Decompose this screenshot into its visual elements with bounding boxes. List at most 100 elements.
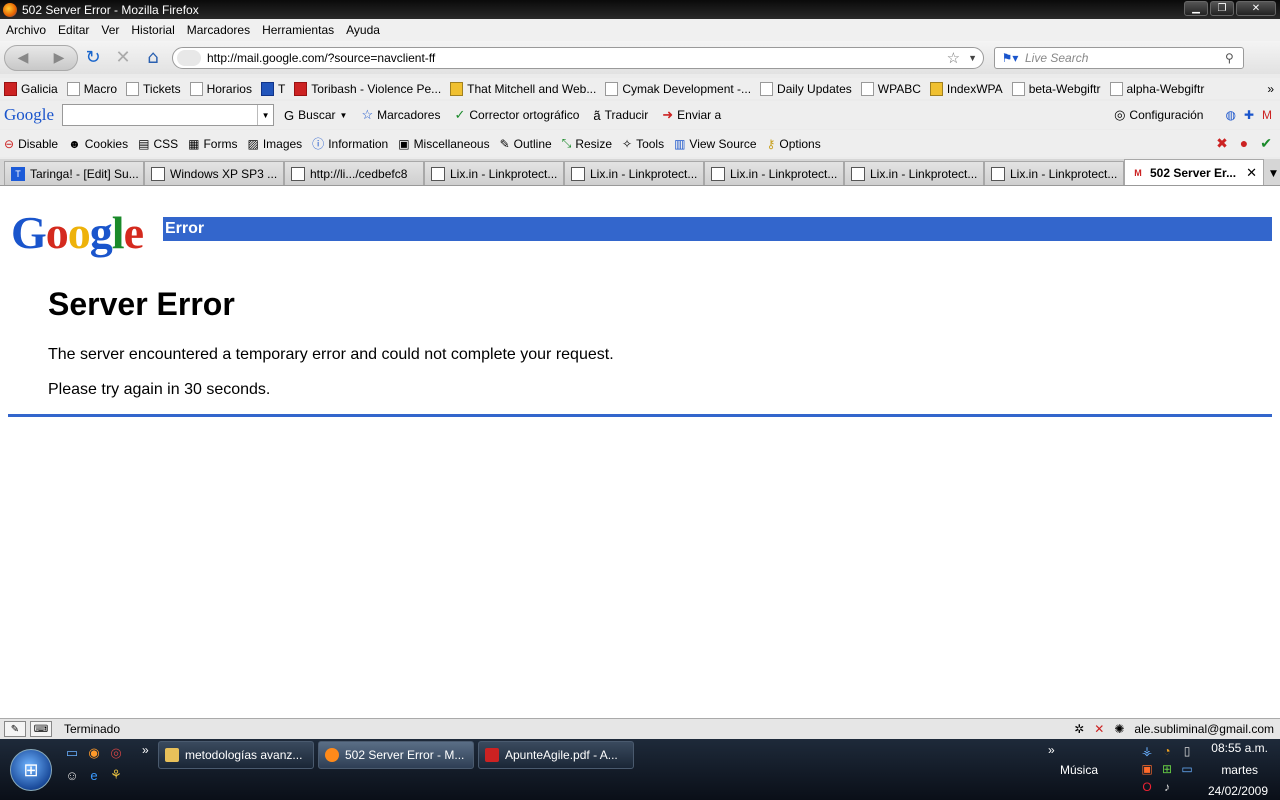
disable-menu[interactable]: ⊖ Disable	[4, 137, 58, 151]
traducir-button[interactable]: ã Traducir	[593, 108, 648, 123]
tools-menu[interactable]: ✧ Tools	[622, 137, 664, 151]
search-bar[interactable]: ⚑▾ Live Search ⚲	[994, 46, 1244, 69]
close-window-button[interactable]: ✕	[1236, 1, 1276, 16]
volume-icon[interactable]: ♪	[1158, 779, 1176, 795]
buscar-button[interactable]: G Buscar ▼	[284, 108, 347, 123]
bookmark-item[interactable]: beta-Webgiftr	[1011, 81, 1101, 96]
tab-lix[interactable]: Lix.in - Linkprotect...	[564, 161, 704, 185]
resize-menu[interactable]: ⤡ Resize	[562, 136, 612, 151]
bookmark-star-icon[interactable]: ☆	[947, 49, 960, 67]
error-x-icon[interactable]: ✕	[1094, 722, 1104, 736]
tab-lix[interactable]: Lix.in - Linkprotect...	[424, 161, 564, 185]
menu-ayuda[interactable]: Ayuda	[346, 23, 380, 37]
bookmark-item[interactable]: T	[260, 81, 285, 96]
media-icon[interactable]: ◎	[108, 745, 124, 761]
ie-icon[interactable]: e	[86, 767, 102, 783]
clock-time[interactable]: 08:55 a.m.	[1211, 741, 1268, 755]
enviar-button[interactable]: ➜ Enviar a	[662, 107, 721, 123]
bookmark-item[interactable]: Toribash - Violence Pe...	[294, 81, 441, 96]
menu-ver[interactable]: Ver	[101, 23, 119, 37]
google-toolbar-logo[interactable]: Google	[4, 105, 54, 125]
bookmark-item[interactable]: That Mitchell and Web...	[450, 81, 596, 96]
close-tab-icon[interactable]: ✕	[1246, 165, 1257, 181]
bookmark-item[interactable]: alpha-Webgiftr	[1109, 81, 1204, 96]
tab-windows-xp[interactable]: Windows XP SP3 ...	[144, 161, 284, 185]
bookmark-item[interactable]: Macro	[66, 81, 117, 96]
url-text[interactable]: http://mail.google.com/?source=navclient…	[207, 51, 947, 65]
taskbar-button-folder[interactable]: metodologías avanz...	[158, 741, 314, 769]
address-bar[interactable]: http://mail.google.com/?source=navclient…	[172, 46, 984, 69]
home-icon[interactable]: ⌂	[138, 45, 168, 71]
tab-lix[interactable]: Lix.in - Linkprotect...	[704, 161, 844, 185]
information-menu[interactable]: ⓘ Information	[312, 135, 388, 152]
add-icon[interactable]: ✚	[1244, 108, 1254, 122]
options-menu[interactable]: ⚷ Options	[767, 137, 821, 151]
forward-arrow-icon[interactable]: ▶	[54, 50, 65, 66]
desktop-icon[interactable]: ▭	[64, 745, 80, 761]
users-icon[interactable]: ☺	[64, 767, 80, 783]
clock-day[interactable]: martes	[1221, 763, 1258, 777]
stop-icon[interactable]: ✕	[108, 45, 138, 71]
warning-icon[interactable]: ●	[1240, 135, 1248, 152]
bookmark-item[interactable]: Daily Updates	[760, 81, 852, 96]
keyboard-icon[interactable]: ⌨	[30, 721, 52, 737]
miscellaneous-menu[interactable]: ▣ Miscellaneous	[398, 137, 489, 151]
menu-herramientas[interactable]: Herramientas	[262, 23, 334, 37]
reload-icon[interactable]: ↻	[78, 45, 108, 71]
maximize-button[interactable]: ❐	[1210, 1, 1234, 16]
gmail-account[interactable]: ale.subliminal@gmail.com	[1134, 722, 1274, 736]
menu-historial[interactable]: Historial	[131, 23, 174, 37]
search-input[interactable]: Live Search	[1025, 51, 1225, 65]
google-search-input[interactable]: ▼	[62, 104, 275, 126]
tab-lix[interactable]: Lix.in - Linkprotect...	[984, 161, 1124, 185]
bookmark-item[interactable]: IndexWPA	[929, 81, 1003, 96]
bookmarks-overflow-icon[interactable]: »	[1267, 82, 1274, 96]
bookmark-item[interactable]: Cymak Development -...	[605, 81, 751, 96]
configuracion-button[interactable]: ◎ Configuración	[1114, 107, 1203, 123]
windows-flag-icon[interactable]: ⊞	[1158, 761, 1176, 777]
forms-menu[interactable]: ▦ Forms	[188, 137, 237, 151]
app-icon[interactable]: ⚘	[108, 767, 124, 783]
opera-icon[interactable]: O	[1138, 779, 1156, 795]
corrector-button[interactable]: ✓ Corrector ortográfico	[454, 107, 579, 123]
url-dropdown-icon[interactable]: ▼	[968, 53, 977, 63]
search-engine-icon[interactable]: ⚑▾	[995, 51, 1025, 65]
music-toolbar[interactable]: Música	[1060, 763, 1098, 777]
tab-lix[interactable]: Lix.in - Linkprotect...	[844, 161, 984, 185]
window-titlebar[interactable]: 502 Server Error - Mozilla Firefox ▁ ❐ ✕	[0, 0, 1280, 19]
globe-icon[interactable]: ◍	[1225, 108, 1235, 122]
bookmark-item[interactable]: WPABC	[860, 81, 921, 96]
images-menu[interactable]: ▨ Images	[247, 137, 302, 151]
marcadores-button[interactable]: ☆ Marcadores	[361, 107, 440, 123]
clock-icon[interactable]: ◔	[1158, 743, 1176, 759]
app-tray-icon[interactable]: ▣	[1138, 761, 1156, 777]
site-identity-icon[interactable]	[177, 49, 201, 66]
cookies-menu[interactable]: ☻ Cookies	[68, 137, 128, 151]
menu-archivo[interactable]: Archivo	[6, 23, 46, 37]
menu-marcadores[interactable]: Marcadores	[187, 23, 250, 37]
search-icon[interactable]: ⚲	[1225, 51, 1243, 65]
bookmark-item[interactable]: Galicia	[4, 81, 58, 96]
bookmark-item[interactable]: Tickets	[126, 81, 181, 96]
tab-server-error[interactable]: M 502 Server Er... ✕	[1124, 159, 1264, 185]
gmail-icon[interactable]: M	[1262, 108, 1272, 122]
battery-icon[interactable]: ▯	[1178, 743, 1196, 759]
back-arrow-icon[interactable]: ◀	[18, 50, 29, 66]
quick-launch-overflow-icon[interactable]: »	[142, 743, 149, 757]
clock-date[interactable]: 24/02/2009	[1208, 784, 1268, 798]
error-x-icon[interactable]: ✖	[1216, 135, 1228, 152]
minimize-button[interactable]: ▁	[1184, 1, 1208, 16]
chevron-down-icon[interactable]: ▼	[257, 105, 273, 125]
tab-lix-link[interactable]: http://li.../cedbefc8	[284, 161, 424, 185]
monitor-icon[interactable]: ▭	[1178, 761, 1196, 777]
valid-check-icon[interactable]: ✔	[1260, 135, 1272, 152]
network-icon[interactable]: ⚶	[1138, 743, 1156, 759]
bookmark-item[interactable]: Horarios	[189, 81, 252, 96]
tab-list-icon[interactable]: ▼	[1270, 169, 1277, 179]
view-source-menu[interactable]: ▥ View Source	[674, 137, 757, 151]
taskbar-button-pdf[interactable]: ApunteAgile.pdf - A...	[478, 741, 634, 769]
tray-overflow-icon[interactable]: »	[1048, 743, 1055, 757]
firefox-icon[interactable]: ◉	[86, 745, 102, 761]
taskbar-button-firefox[interactable]: 502 Server Error - M...	[318, 741, 474, 769]
css-menu[interactable]: ▤ CSS	[138, 137, 178, 151]
